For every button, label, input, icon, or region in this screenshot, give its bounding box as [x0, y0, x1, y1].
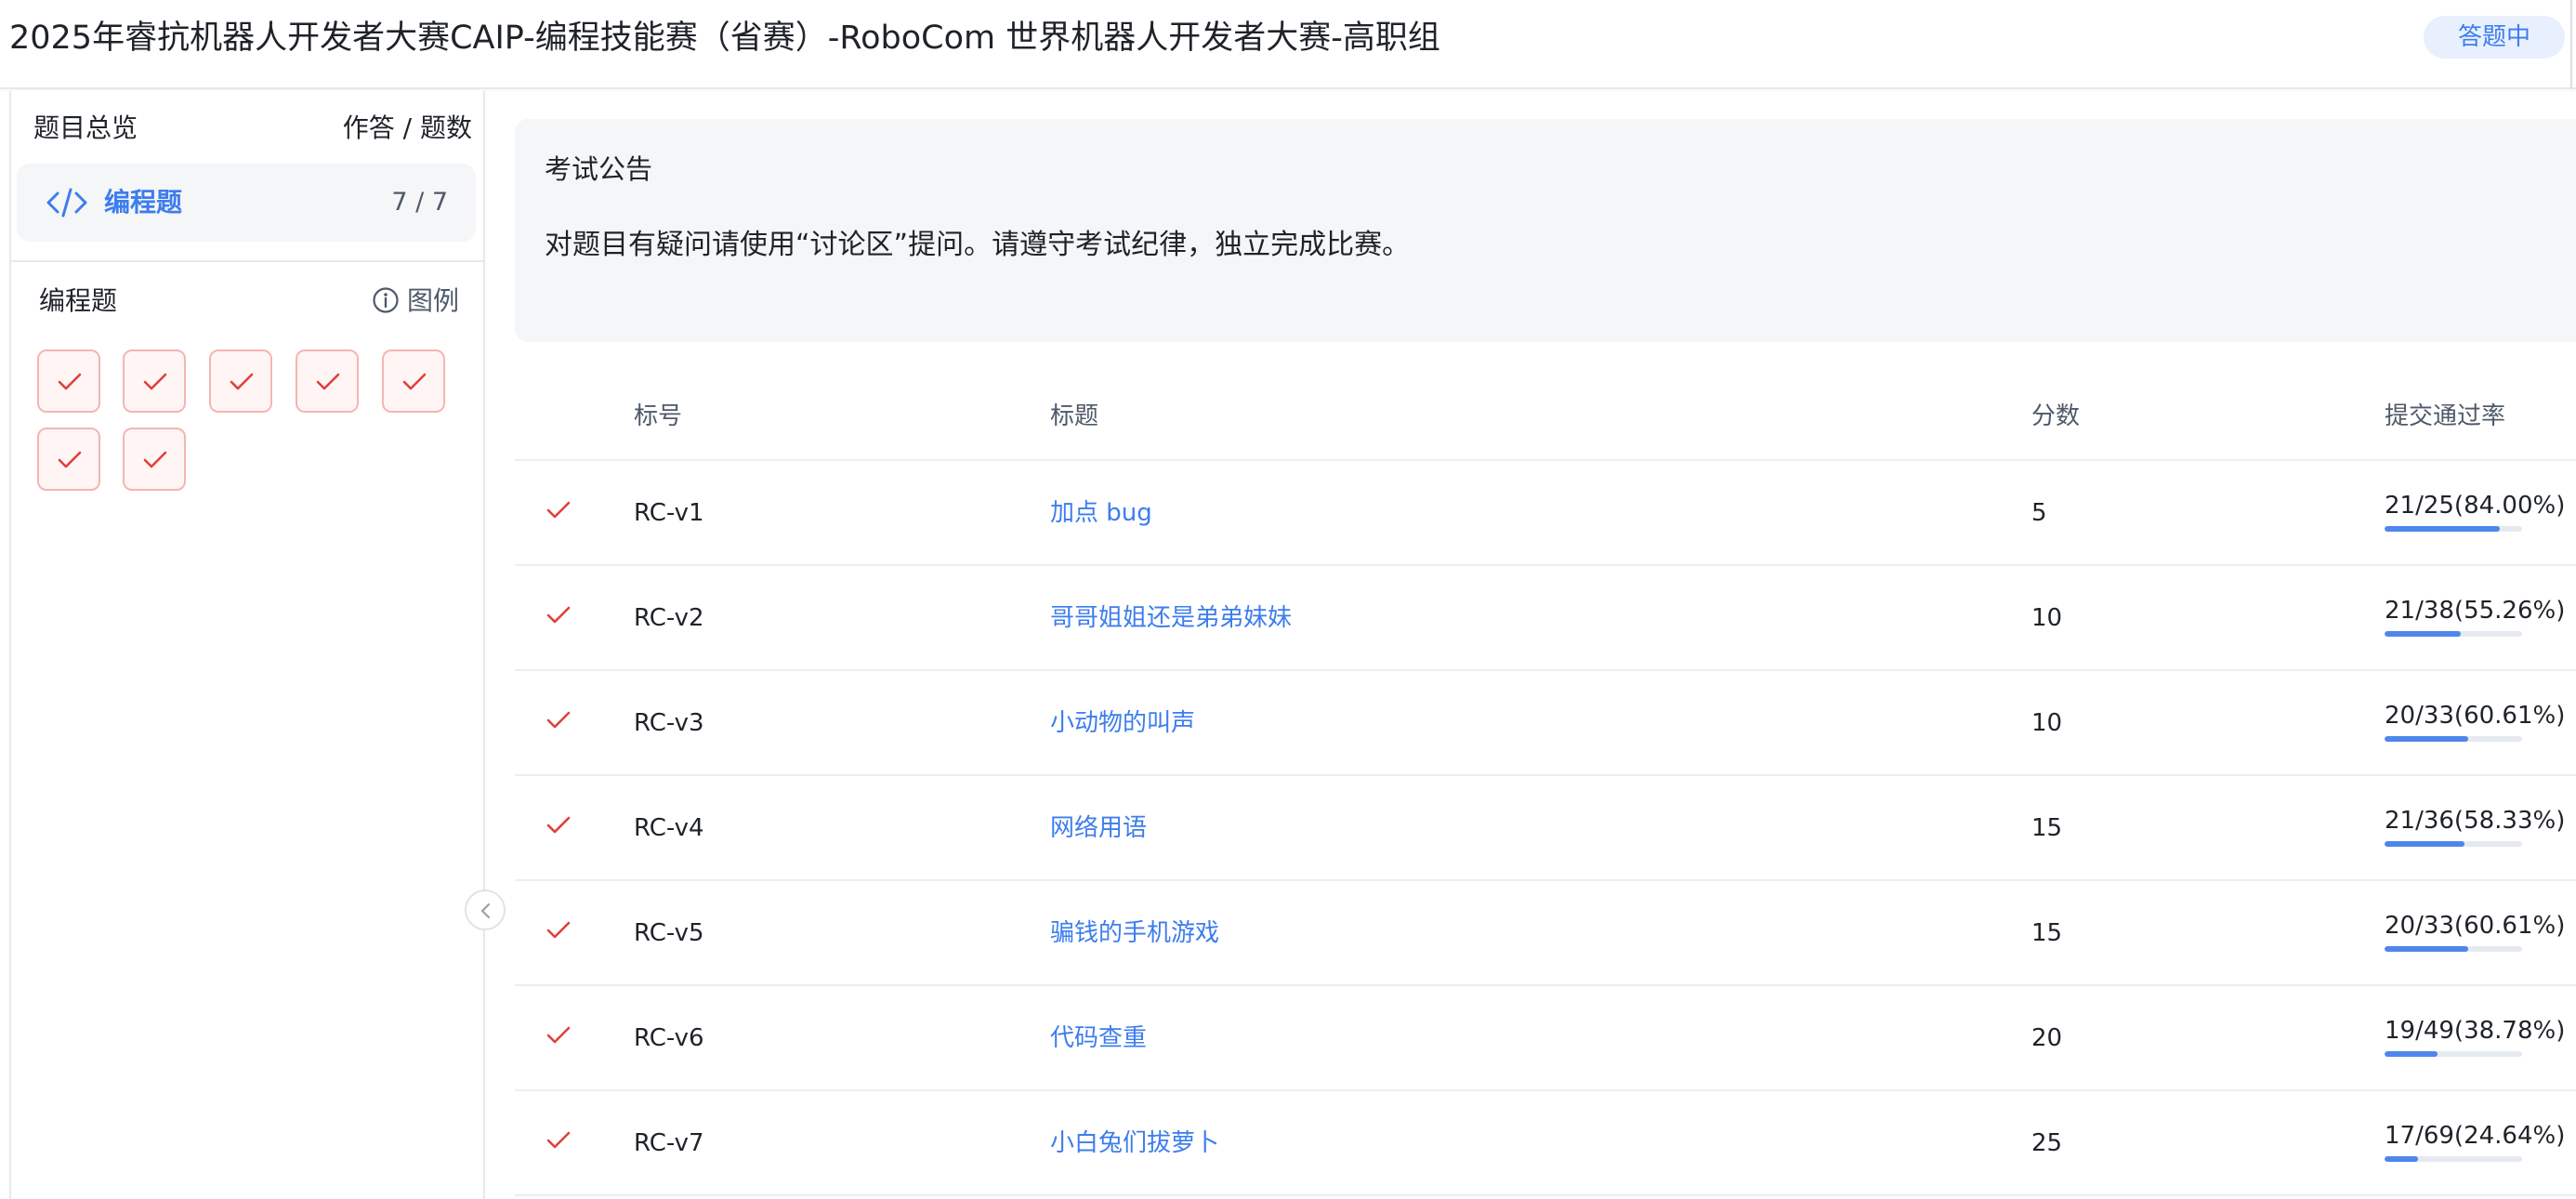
check-icon [230, 373, 254, 390]
pass-rate-fill [2385, 1051, 2438, 1057]
question-box-2[interactable] [123, 349, 186, 413]
pass-rate-fill [2385, 841, 2465, 847]
pass-rate-bar [2385, 631, 2522, 637]
problem-score: 15 [2031, 919, 2063, 947]
table-row[interactable]: RC-v1 加点 bug 5 21/25(84.00%) [515, 461, 2576, 566]
pass-rate-text: 20/33(60.61%) [2385, 912, 2566, 940]
problem-score: 5 [2031, 499, 2047, 527]
question-box-6[interactable] [37, 428, 100, 491]
problem-title-link[interactable]: 小白兔们拔萝卜 [1050, 1125, 1219, 1162]
check-icon [58, 451, 82, 468]
problem-title-link[interactable]: 小动物的叫声 [1050, 705, 1195, 742]
problem-title-link[interactable]: 网络用语 [1050, 810, 1147, 847]
pass-rate-fill [2385, 526, 2501, 532]
notice-title: 考试公告 [545, 153, 653, 185]
problem-score: 15 [2031, 814, 2063, 842]
question-box-5[interactable] [382, 349, 445, 413]
problem-title-link[interactable]: 加点 bug [1050, 494, 1152, 532]
question-box-4[interactable] [296, 349, 359, 413]
problem-title-link[interactable]: 代码查重 [1050, 1020, 1147, 1057]
pass-rate-bar [2385, 841, 2522, 847]
section-count: 7 / 7 [391, 188, 448, 217]
check-icon [546, 921, 571, 939]
check-icon [546, 501, 571, 519]
sidebar: 题目总览 作答 / 题数 编程题 7 / 7 编程题 图例 [9, 91, 485, 1199]
collapse-sidebar-button[interactable] [465, 889, 506, 930]
problem-score: 10 [2031, 709, 2063, 737]
check-icon [316, 373, 340, 390]
check-icon [546, 606, 571, 624]
pass-rate-bar [2385, 526, 2522, 532]
status-badge: 答题中 [2424, 16, 2565, 59]
problem-id: RC-v3 [634, 709, 704, 737]
table-row[interactable]: RC-v3 小动物的叫声 10 20/33(60.61%) [515, 671, 2576, 776]
problem-title-link[interactable]: 骗钱的手机游戏 [1050, 915, 1219, 952]
question-box-1[interactable] [37, 349, 100, 413]
code-icon [46, 188, 87, 217]
notice-body: 对题目有疑问请使用“讨论区”提问。请遵守考试纪律，独立完成比赛。 [545, 229, 1411, 261]
header-id: 标号 [634, 402, 683, 430]
question-group-label: 编程题 [39, 285, 118, 316]
question-box-3[interactable] [209, 349, 272, 413]
top-header: 2025年睿抗机器人开发者大赛CAIP-编程技能赛（省赛）-RoboCom 世界… [0, 0, 2576, 89]
problem-id: RC-v2 [634, 604, 704, 632]
sidebar-header: 题目总览 作答 / 题数 [33, 110, 472, 147]
problem-score: 10 [2031, 604, 2063, 632]
answer-count-label: 作答 / 题数 [342, 112, 472, 143]
header-title: 标题 [1050, 402, 1099, 430]
pass-rate-text: 21/36(58.33%) [2385, 807, 2566, 835]
pass-rate-text: 20/33(60.61%) [2385, 702, 2566, 730]
pass-rate-bar [2385, 1051, 2522, 1057]
exam-notice: 考试公告 对题目有疑问请使用“讨论区”提问。请遵守考试纪律，独立完成比赛。 [515, 119, 2576, 342]
pass-rate-fill [2385, 946, 2468, 952]
table-row[interactable]: RC-v6 代码查重 20 19/49(38.78%) [515, 986, 2576, 1091]
problem-id: RC-v4 [634, 814, 704, 842]
question-box-7[interactable] [123, 428, 186, 491]
problem-id: RC-v6 [634, 1024, 704, 1052]
check-icon [402, 373, 427, 390]
pass-rate-text: 19/49(38.78%) [2385, 1017, 2566, 1045]
header-edge-divider [2570, 0, 2576, 89]
pass-rate-bar [2385, 736, 2522, 742]
table-row[interactable]: RC-v4 网络用语 15 21/36(58.33%) [515, 776, 2576, 881]
pass-rate-bar [2385, 946, 2522, 952]
info-icon [373, 287, 399, 313]
header-score: 分数 [2031, 402, 2081, 430]
check-icon [143, 373, 167, 390]
pass-rate-text: 21/25(84.00%) [2385, 492, 2566, 520]
legend-label: 图例 [406, 285, 459, 316]
pass-rate-text: 17/69(24.64%) [2385, 1122, 2566, 1150]
table-row[interactable]: RC-v2 哥哥姐姐还是弟弟妹妹 10 21/38(55.26%) [515, 566, 2576, 671]
section-programming[interactable]: 编程题 7 / 7 [17, 164, 476, 242]
pass-rate-fill [2385, 736, 2468, 742]
problem-id: RC-v5 [634, 919, 704, 947]
header-rate: 提交通过率 [2385, 402, 2506, 430]
legend-button[interactable]: 图例 [372, 283, 459, 320]
table-header: 标号 标题 分数 提交通过率 [515, 372, 2576, 461]
problem-table: 标号 标题 分数 提交通过率 RC-v1 加点 bug 5 21/25(84.0… [515, 372, 2576, 1199]
question-group-header: 编程题 图例 [39, 283, 459, 320]
section-label: 编程题 [104, 187, 183, 217]
overview-label: 题目总览 [33, 112, 138, 143]
problem-id: RC-v7 [634, 1129, 704, 1157]
page-title: 2025年睿抗机器人开发者大赛CAIP-编程技能赛（省赛）-RoboCom 世界… [9, 20, 1440, 57]
pass-rate-bar [2385, 1156, 2522, 1162]
sidebar-divider [11, 260, 483, 262]
check-icon [546, 1131, 571, 1149]
problem-score: 25 [2031, 1129, 2063, 1157]
check-icon [58, 373, 82, 390]
check-icon [546, 1026, 571, 1044]
pass-rate-text: 21/38(55.26%) [2385, 597, 2566, 625]
table-row[interactable]: RC-v7 小白兔们拔萝卜 25 17/69(24.64%) [515, 1091, 2576, 1196]
check-icon [546, 711, 571, 729]
problem-id: RC-v1 [634, 499, 704, 527]
problem-title-link[interactable]: 哥哥姐姐还是弟弟妹妹 [1050, 600, 1292, 637]
check-icon [143, 451, 167, 468]
check-icon [546, 816, 571, 834]
table-row[interactable]: RC-v5 骗钱的手机游戏 15 20/33(60.61%) [515, 881, 2576, 986]
problem-score: 20 [2031, 1024, 2063, 1052]
chevron-left-icon [480, 903, 491, 919]
pass-rate-fill [2385, 631, 2461, 637]
pass-rate-fill [2385, 1156, 2419, 1162]
